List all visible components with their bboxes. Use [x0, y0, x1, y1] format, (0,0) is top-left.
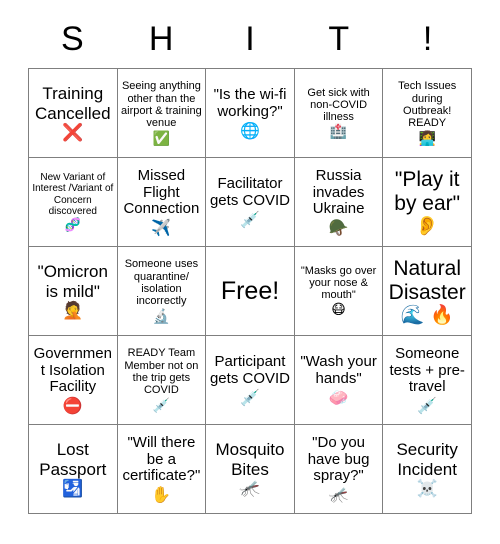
bingo-cell-text: "Will there be a certificate?" [122, 433, 201, 485]
bingo-cell[interactable]: Get sick with non-COVID illness 🏥 [294, 69, 384, 158]
syringe-icon: 💉 [152, 397, 171, 414]
bingo-cell-text: Russia invades Ukraine [312, 166, 365, 218]
ear-icon: 👂 [415, 215, 440, 238]
bingo-cell[interactable]: Lost Passport 🛂 [29, 425, 118, 514]
water-wave-and-fire-icon: 🌊 🔥 [400, 304, 454, 327]
bingo-header-letter-0: S [61, 20, 84, 58]
syringe-icon: 💉 [240, 387, 260, 407]
airplane-icon: ✈️ [151, 218, 172, 238]
bingo-cell[interactable]: Someone uses quarantine/ isolation incor… [117, 247, 207, 336]
mosquito-icon: 🦟 [239, 478, 261, 499]
bingo-cell[interactable]: "Masks go over your nose & mouth" 😷 [294, 247, 384, 336]
hospital-icon: 🏥 [329, 124, 348, 141]
bingo-cell-text: "Masks go over your nose & mouth" [300, 264, 377, 302]
bingo-cell[interactable]: Participant gets COVID 💉 [206, 336, 295, 425]
bingo-card: S H I T ! Training Cancelled ❌ Seeing anyt… [28, 10, 472, 514]
bingo-grid: Training Cancelled ❌ Seeing anything other… [28, 68, 472, 514]
bingo-cell-text: New Variant of Interest /Variant of Conc… [32, 172, 114, 217]
dna-icon: 🧬 [64, 217, 81, 233]
bingo-cell-text: Seeing anything other than the airport &… [121, 80, 202, 130]
bingo-cell-text: "Wash your hands" [300, 353, 377, 387]
microscope-icon: 🔬 [152, 308, 171, 325]
bingo-header-row: S H I T ! [28, 10, 472, 68]
bingo-cell[interactable]: Tech Issues during Outbreak! READY 👩‍💻 [383, 69, 472, 158]
bingo-cell-text: Security Incident [396, 440, 458, 479]
bingo-cell[interactable]: Someone tests + pre-travel 💉 [383, 336, 472, 425]
bingo-cell[interactable]: "Wash your hands" 🧼 [294, 336, 384, 425]
bingo-cell-text: Facilitator gets COVID [209, 175, 290, 209]
no-entry-icon: ⛔ [62, 396, 83, 416]
bingo-cell[interactable]: Government Isolation Facility ⛔ [29, 336, 118, 425]
bingo-cell-text: Mosquito Bites [215, 440, 285, 479]
face-with-medical-mask-icon: 😷 [331, 302, 346, 319]
bingo-cell[interactable]: Seeing anything other than the airport &… [117, 69, 207, 158]
bingo-cell-text: "Omicron is mild" [37, 262, 108, 301]
bingo-cell[interactable]: "Omicron is mild" 🤦 [29, 247, 118, 336]
syringe-icon: 💉 [240, 209, 260, 229]
bingo-cell-text: Participant gets COVID [209, 353, 290, 387]
bingo-cell[interactable]: Training Cancelled ❌ [29, 69, 118, 158]
bingo-cell[interactable]: Russia invades Ukraine 🪖 [294, 158, 384, 247]
bingo-cell-text: Natural Disaster [388, 256, 466, 304]
bingo-cell-text: Missed Flight Connection [123, 166, 200, 218]
bingo-cell-text: Tech Issues during Outbreak! READY [398, 80, 457, 130]
bingo-cell-text: Someone uses quarantine/ isolation incor… [124, 258, 199, 308]
bingo-cell[interactable]: Facilitator gets COVID 💉 [206, 158, 295, 247]
soap-icon: 🧼 [328, 387, 349, 407]
bingo-header-letter-4: ! [422, 20, 433, 58]
bingo-cell-text: "Is the wi-fi working?" [213, 86, 287, 120]
bingo-cell[interactable]: "Is the wi-fi working?" 🌐 [206, 69, 295, 158]
technologist-icon: 👩‍💻 [418, 130, 436, 147]
bingo-cell[interactable]: New Variant of Interest /Variant of Conc… [29, 158, 118, 247]
bingo-header-letter-2: I [245, 20, 255, 58]
military-helmet-icon: 🪖 [328, 218, 349, 238]
bingo-cell-text: Someone tests + pre-travel [389, 344, 465, 396]
bingo-cell[interactable]: Natural Disaster 🌊 🔥 [383, 247, 472, 336]
check-mark-button-icon: ✅ [152, 130, 171, 147]
bingo-cell-text: "Play it by ear" [394, 167, 461, 215]
bingo-cell-text: Free! [220, 277, 280, 305]
cross-mark-icon: ❌ [62, 122, 84, 143]
face-palm-icon: 🤦 [62, 300, 84, 321]
bingo-cell-text: Get sick with non-COVID illness [307, 86, 370, 124]
passport-control-icon: 🛂 [62, 478, 84, 499]
bingo-cell[interactable]: Mosquito Bites 🦟 [206, 425, 295, 514]
bingo-cell-text: READY Team Member not on the trip gets C… [124, 347, 199, 397]
bingo-cell[interactable]: "Will there be a certificate?" ✋ [117, 425, 207, 514]
bingo-cell[interactable]: READY Team Member not on the trip gets C… [117, 336, 207, 425]
bingo-free-space-cell[interactable]: Free! [206, 247, 295, 336]
bingo-cell-text: Lost Passport [39, 440, 107, 479]
mosquito-icon: 🦟 [328, 485, 349, 505]
syringe-icon: 💉 [417, 396, 438, 416]
bingo-cell-text: Training Cancelled [34, 84, 111, 123]
raised-hand-icon: ✋ [151, 485, 172, 505]
bingo-cell[interactable]: "Play it by ear" 👂 [383, 158, 472, 247]
bingo-cell[interactable]: Missed Flight Connection ✈️ [117, 158, 207, 247]
globe-with-meridians-icon: 🌐 [240, 120, 260, 140]
bingo-header-letter-3: T [328, 20, 350, 58]
bingo-cell[interactable]: Security Incident ☠️ [383, 425, 472, 514]
bingo-header-letter-1: H [148, 20, 174, 58]
skull-and-crossbones-icon: ☠️ [416, 478, 438, 499]
bingo-cell[interactable]: "Do you have bug spray?" 🦟 [294, 425, 384, 514]
bingo-cell-text: "Do you have bug spray?" [307, 433, 370, 485]
bingo-cell-text: Government Isolation Facility [33, 344, 112, 396]
